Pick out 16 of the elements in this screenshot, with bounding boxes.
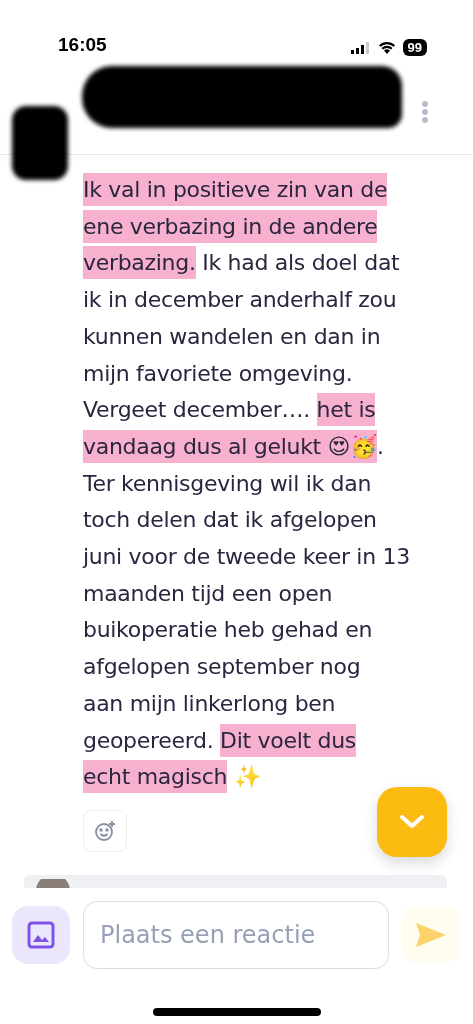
- wifi-icon: [377, 41, 396, 54]
- comment-input[interactable]: Plaats een reactie: [83, 901, 389, 969]
- smiley-plus-icon: [94, 819, 116, 842]
- scroll-down-button[interactable]: [377, 787, 447, 857]
- chevron-down-icon: [399, 814, 425, 830]
- image-icon: [27, 921, 55, 949]
- send-button[interactable]: [402, 906, 460, 964]
- message-text: Ik val in positieve zin van de ene verbazing in de andere verbazing. Ik had als doel dat ik in december anderhalf zou kunnen wandelen en dan in mijn favoriete omgeving. Vergeet december…. het is vandaag dus al gelukt 😍🥳. Ter kennisgeving wil ik dan toch delen dat ik afgelopen juni voor de tweede keer in 13 maanden tijd een open buikoperatie heb gehad en afgelopen september nog aan mijn linkerlong ben geopereerd. Dit voelt dus echt magisch ✨: [83, 172, 473, 796]
- avatar: [36, 878, 70, 888]
- status-time: 16:05: [58, 34, 107, 56]
- add-reaction-button[interactable]: [83, 809, 127, 852]
- image-upload-button[interactable]: [12, 906, 70, 964]
- send-icon: [415, 922, 447, 948]
- signal-icon: [350, 41, 371, 54]
- more-icon[interactable]: [421, 100, 429, 124]
- battery-level: 99: [402, 39, 427, 56]
